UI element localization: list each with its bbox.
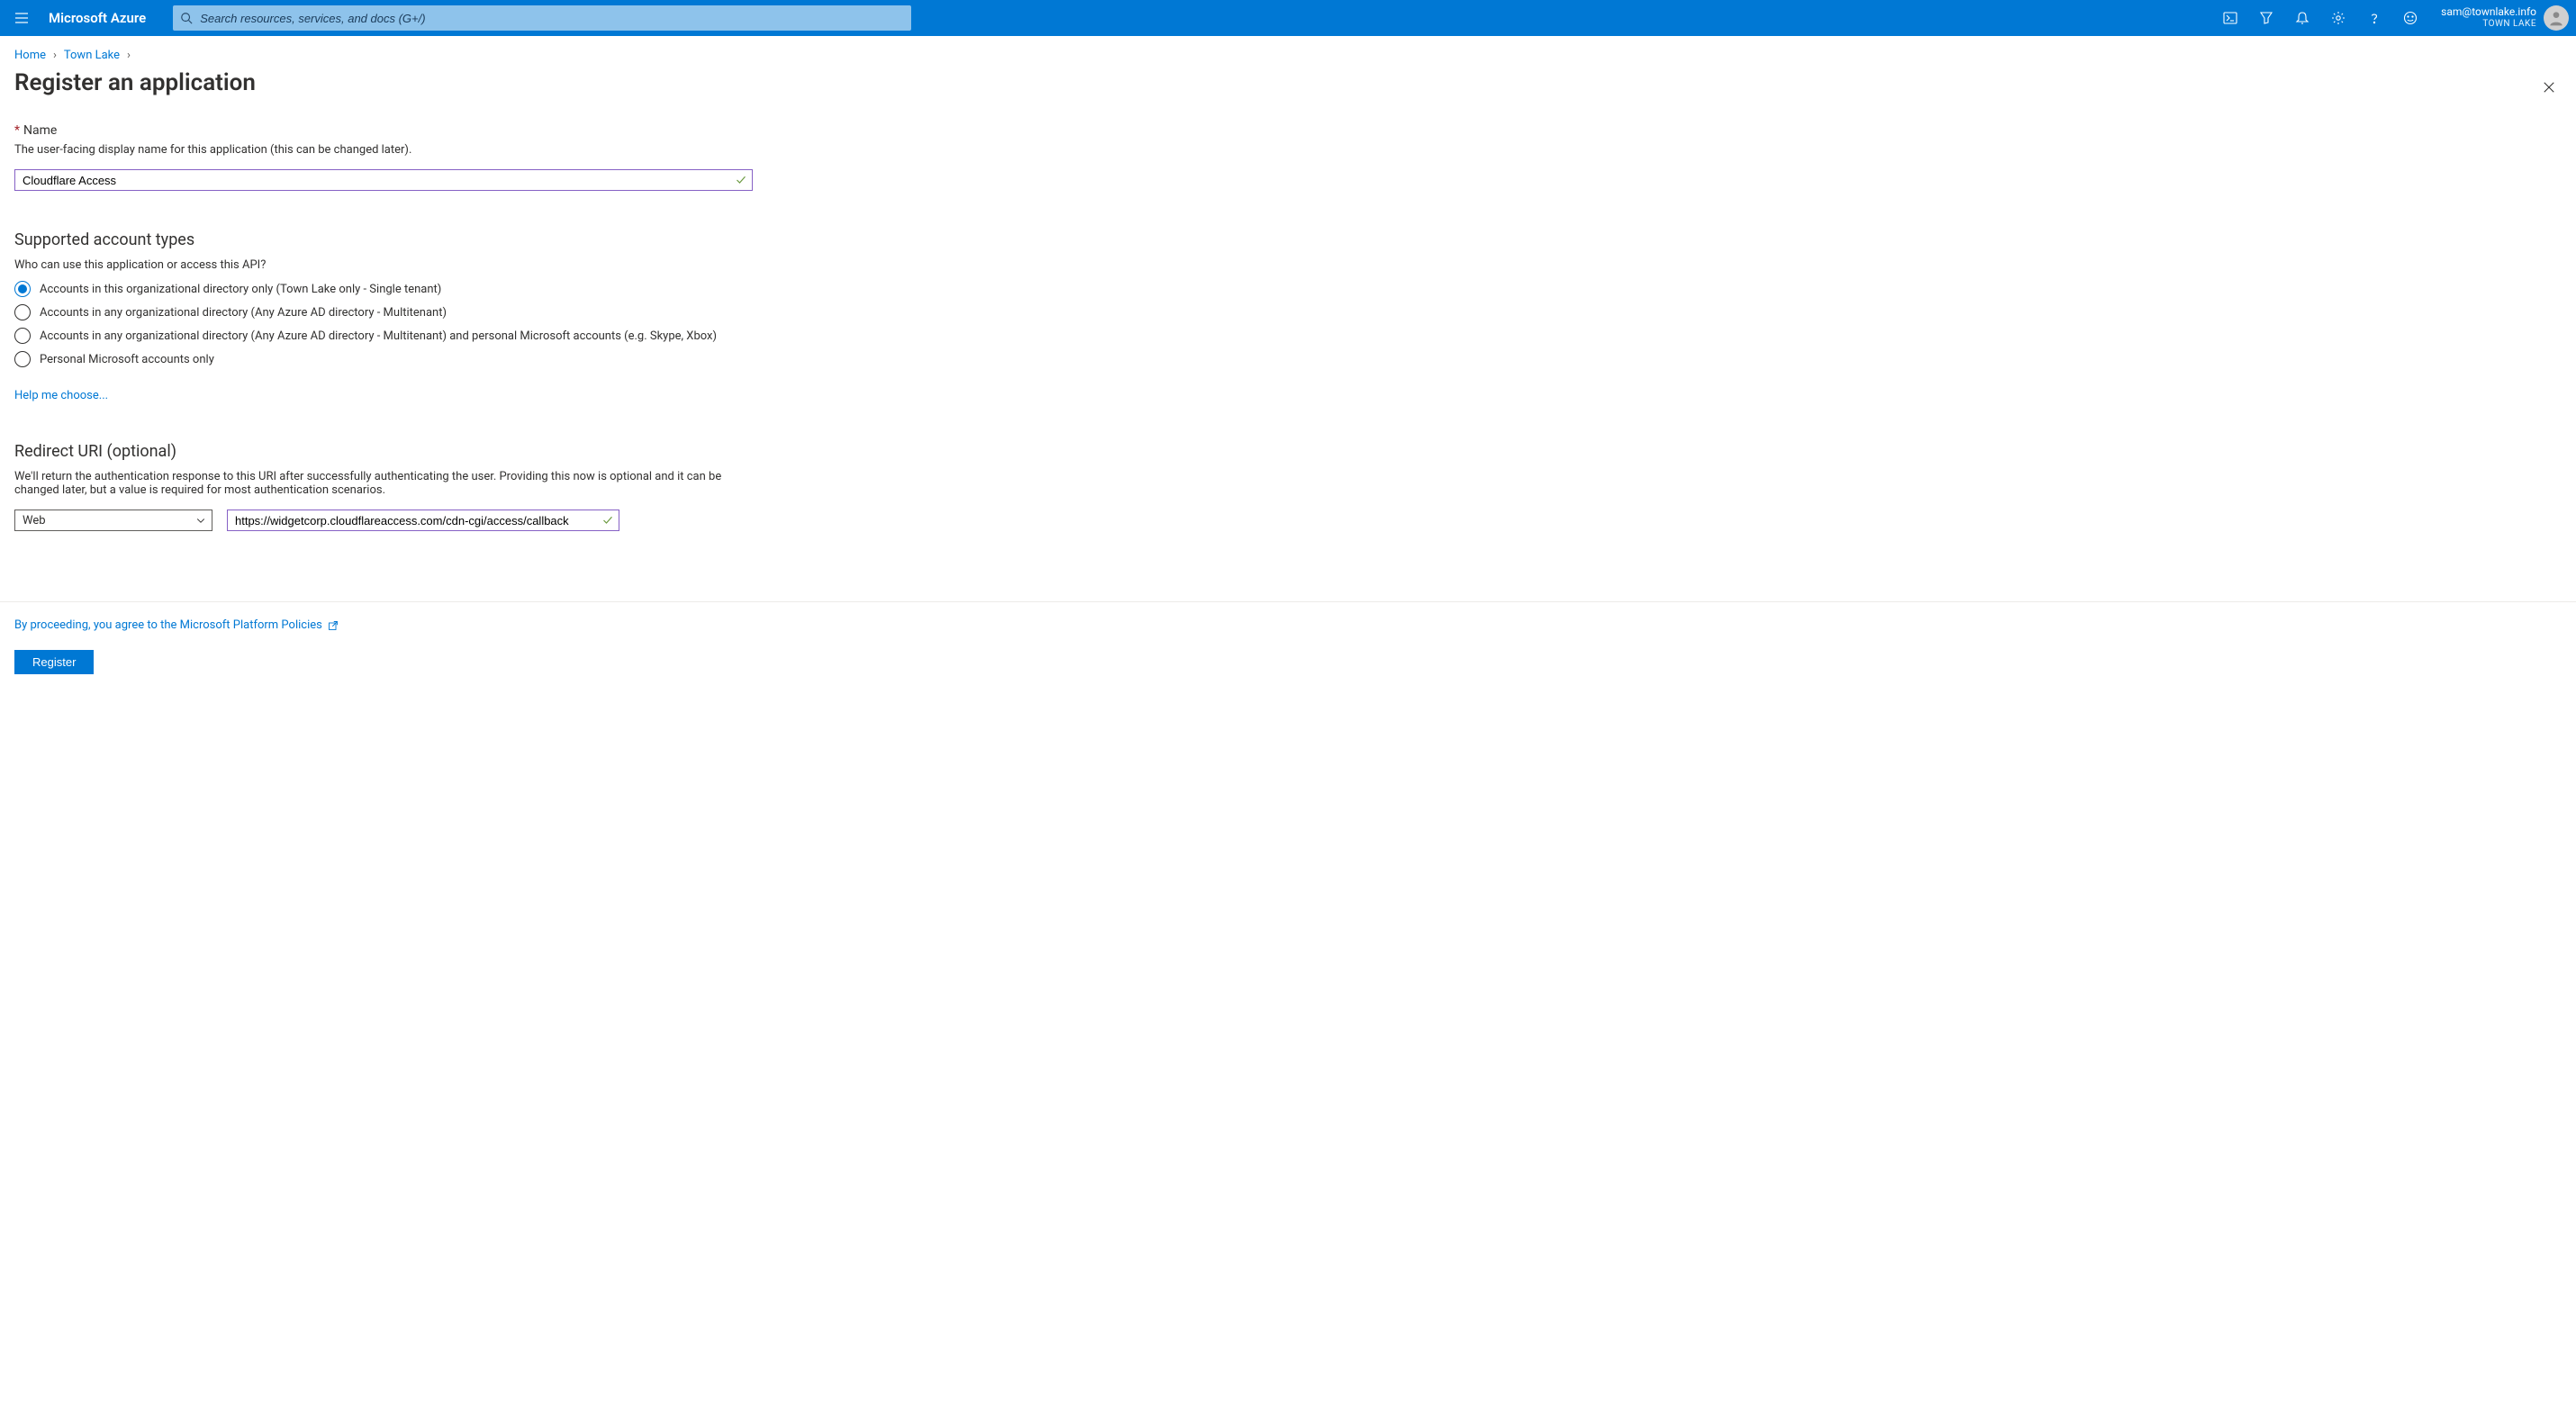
account-type-radio[interactable]: Personal Microsoft accounts only [14, 351, 771, 367]
platform-select[interactable]: Web [14, 510, 212, 531]
page: Register an application *Name The user-f… [0, 69, 2576, 558]
radio-label: Accounts in any organizational directory… [40, 306, 447, 320]
external-link-icon [328, 620, 339, 631]
close-blade-button[interactable] [2536, 75, 2562, 100]
name-helper: The user-facing display name for this ap… [14, 143, 771, 157]
required-asterisk: * [14, 123, 20, 138]
bell-icon [2295, 11, 2309, 25]
brand-label[interactable]: Microsoft Azure [43, 10, 158, 26]
settings-button[interactable] [2320, 0, 2356, 36]
account-types-radio-group: Accounts in this organizational director… [14, 281, 771, 367]
notifications-button[interactable] [2284, 0, 2320, 36]
register-button[interactable]: Register [14, 650, 94, 674]
account-types-question: Who can use this application or access t… [14, 258, 771, 272]
filter-icon [2259, 11, 2273, 25]
feedback-button[interactable] [2392, 0, 2428, 36]
radio-label: Personal Microsoft accounts only [40, 353, 214, 366]
page-title: Register an application [14, 69, 2562, 96]
cloud-shell-button[interactable] [2212, 0, 2248, 36]
name-label: Name [23, 123, 57, 138]
radio-outer [14, 281, 31, 297]
platform-select-value: Web [23, 514, 46, 528]
radio-outer [14, 304, 31, 320]
global-search[interactable] [173, 5, 911, 31]
redirect-uri-input[interactable] [228, 510, 597, 530]
directory-filter-button[interactable] [2248, 0, 2284, 36]
validation-check-icon [597, 515, 619, 526]
radio-outer [14, 328, 31, 344]
radio-label: Accounts in this organizational director… [40, 283, 441, 296]
chevron-down-icon [195, 515, 206, 526]
breadcrumb-home[interactable]: Home [14, 49, 46, 62]
hamburger-icon [14, 11, 29, 25]
account-types-heading: Supported account types [14, 230, 771, 249]
topbar: Microsoft Azure [0, 0, 2576, 36]
account-menu[interactable]: sam@townlake.info TOWN LAKE [2428, 5, 2576, 31]
name-input-wrap [14, 169, 753, 191]
footer: By proceeding, you agree to the Microsof… [0, 602, 2576, 694]
help-me-choose-link[interactable]: Help me choose... [14, 389, 108, 402]
radio-label: Accounts in any organizational directory… [40, 329, 717, 343]
gear-icon [2331, 11, 2346, 25]
policies-row: By proceeding, you agree to the Microsof… [14, 618, 2562, 632]
hamburger-menu-button[interactable] [0, 0, 43, 36]
validation-check-icon [730, 175, 752, 185]
topbar-icons [2212, 0, 2428, 36]
policies-link[interactable]: By proceeding, you agree to the Microsof… [14, 618, 322, 632]
redirect-helper: We'll return the authentication response… [14, 470, 753, 497]
account-type-radio[interactable]: Accounts in any organizational directory… [14, 328, 771, 344]
name-label-row: *Name [14, 123, 771, 138]
search-icon [180, 12, 193, 24]
close-icon [2543, 81, 2555, 94]
breadcrumb: Home › Town Lake › [0, 36, 2576, 66]
chevron-right-icon: › [127, 49, 131, 62]
smiley-icon [2403, 11, 2418, 25]
breadcrumb-directory[interactable]: Town Lake [64, 49, 120, 62]
cloud-shell-icon [2223, 11, 2237, 25]
account-email: sam@townlake.info [2441, 6, 2536, 19]
search-input[interactable] [200, 12, 904, 25]
help-icon [2367, 11, 2382, 25]
register-form: *Name The user-facing display name for t… [14, 123, 771, 531]
redirect-heading: Redirect URI (optional) [14, 442, 771, 461]
avatar [2544, 5, 2569, 31]
account-type-radio[interactable]: Accounts in any organizational directory… [14, 304, 771, 320]
redirect-uri-input-wrap [227, 510, 619, 531]
account-type-radio[interactable]: Accounts in this organizational director… [14, 281, 771, 297]
help-button[interactable] [2356, 0, 2392, 36]
name-input[interactable] [15, 170, 730, 190]
redirect-row: Web [14, 510, 771, 531]
radio-outer [14, 351, 31, 367]
account-tenant: TOWN LAKE [2441, 19, 2536, 30]
chevron-right-icon: › [53, 49, 57, 62]
